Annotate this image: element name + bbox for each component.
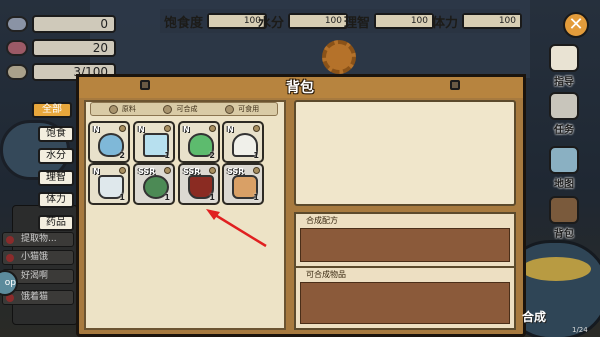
rarity-badge: SSR — [227, 167, 245, 176]
item-count: 2 — [119, 151, 125, 160]
fish-icon — [6, 16, 28, 32]
stat-label: 饱食度 — [164, 15, 204, 31]
quest-label: 小猫饿 — [21, 252, 49, 262]
rarity-badge: N — [183, 125, 190, 134]
tab-stamina[interactable]: 体力 — [38, 192, 74, 208]
quest-item[interactable]: 小猫饿 — [2, 250, 74, 265]
nav-tasks[interactable]: 任务 — [542, 92, 586, 136]
item-slot[interactable]: N 2 — [88, 121, 130, 163]
filter-label: 可合成 — [176, 105, 198, 113]
stat-bar: 100 — [374, 13, 435, 29]
stat-value: 100 — [498, 16, 517, 26]
item-slot[interactable]: SSR 1 — [222, 163, 264, 205]
item-description-box — [294, 100, 516, 206]
item-slot[interactable]: SSR 1 — [178, 163, 220, 205]
item-count: 1 — [253, 193, 259, 202]
pin-icon — [450, 80, 460, 90]
recipe-box: 合成配方 — [294, 212, 516, 268]
map-icon — [549, 146, 579, 174]
panel-title: 背包 — [286, 80, 314, 96]
stat-bar: 100 — [462, 13, 523, 29]
filter-bar: 原料 可合成 可食用 — [90, 102, 278, 116]
quest-dot-icon — [6, 236, 14, 244]
recipe-label: 合成配方 — [306, 216, 338, 225]
nav-backpack[interactable]: 背包 — [542, 196, 586, 240]
item-slot[interactable]: SSR 1 — [133, 163, 175, 205]
tab-water[interactable]: 水分 — [38, 148, 74, 164]
recipe-slots — [300, 228, 510, 262]
stat-stamina: 体力 100 — [432, 10, 523, 32]
info-dot-icon — [253, 125, 260, 132]
info-dot-icon — [209, 167, 216, 174]
stat-bar: 100 — [288, 13, 349, 29]
paw-icon — [549, 44, 579, 72]
nav-label: 任务 — [554, 125, 574, 136]
craftable-label: 可合成物品 — [306, 270, 346, 279]
backpack-icon — [549, 196, 579, 224]
radio-icon — [163, 104, 173, 114]
quest-label: 提取物... — [21, 234, 57, 244]
info-dot-icon — [119, 125, 126, 132]
tab-sanity[interactable]: 理智 — [38, 170, 74, 186]
rarity-badge: N — [227, 125, 234, 134]
rarity-badge: N — [138, 125, 145, 134]
quest-label: 好渴啊 — [21, 271, 49, 281]
rarity-badge: N — [93, 125, 100, 134]
item-count: 1 — [164, 193, 170, 202]
radio-icon — [225, 104, 235, 114]
currency-fish: 0 — [6, 14, 116, 34]
item-slot[interactable]: N 1 — [133, 121, 175, 163]
info-dot-icon — [209, 125, 216, 132]
item-count: 1 — [253, 151, 259, 160]
craft-button[interactable]: 合成 — [522, 308, 546, 325]
stat-value: 100 — [410, 16, 429, 26]
filter-label: 可食用 — [238, 105, 260, 113]
currency-value: 20 — [32, 39, 116, 57]
quest-label: 饿着猫 — [21, 292, 49, 302]
radio-icon — [108, 104, 118, 114]
currency-value: 0 — [32, 15, 116, 33]
item-slot[interactable]: N 1 — [88, 163, 130, 205]
stat-satiety: 饱食度 100 — [164, 10, 268, 32]
stat-label: 理智 — [344, 15, 371, 31]
tab-satiety[interactable]: 饱食 — [38, 126, 74, 142]
pin-icon — [140, 80, 150, 90]
filter-edible[interactable]: 可食用 — [225, 104, 259, 114]
stat-water: 水分 100 — [258, 10, 349, 32]
tab-medicine[interactable]: 药品 — [38, 215, 74, 231]
craftable-slots — [300, 282, 510, 324]
gem-icon — [6, 40, 28, 56]
nav-map[interactable]: 地图 — [542, 146, 586, 190]
filter-craftable[interactable]: 可合成 — [163, 104, 197, 114]
quest-dot-icon — [6, 254, 14, 262]
nav-label: 背包 — [554, 229, 574, 240]
info-dot-icon — [119, 167, 126, 174]
info-dot-icon — [164, 125, 171, 132]
quest-item[interactable]: 提取物... — [2, 232, 74, 247]
nav-label: 地图 — [554, 179, 574, 190]
craftable-box: 可合成物品 — [294, 266, 516, 330]
stat-label: 水分 — [258, 15, 285, 31]
rarity-badge: SSR — [183, 167, 201, 176]
close-button[interactable]: ✕ — [563, 12, 589, 38]
item-count: 1 — [209, 193, 215, 202]
stat-value: 100 — [324, 16, 343, 26]
tab-all[interactable]: 全部 — [32, 102, 72, 118]
item-count: 2 — [209, 151, 215, 160]
item-count: 1 — [119, 193, 125, 202]
gear-decoration — [322, 40, 356, 74]
filter-raw[interactable]: 原料 — [108, 104, 136, 114]
rarity-badge: N — [93, 167, 100, 176]
item-slot[interactable]: N 1 — [222, 121, 264, 163]
info-dot-icon — [253, 167, 260, 174]
currency-gem: 20 — [6, 38, 116, 58]
item-slot[interactable]: N 2 — [178, 121, 220, 163]
page-indicator: 1/24 — [572, 326, 588, 334]
stat-label: 体力 — [432, 15, 459, 31]
item-count: 1 — [164, 151, 170, 160]
filter-label: 原料 — [121, 105, 136, 113]
rarity-badge: SSR — [138, 167, 156, 176]
stat-sanity: 理智 100 — [344, 10, 435, 32]
info-dot-icon — [164, 167, 171, 174]
